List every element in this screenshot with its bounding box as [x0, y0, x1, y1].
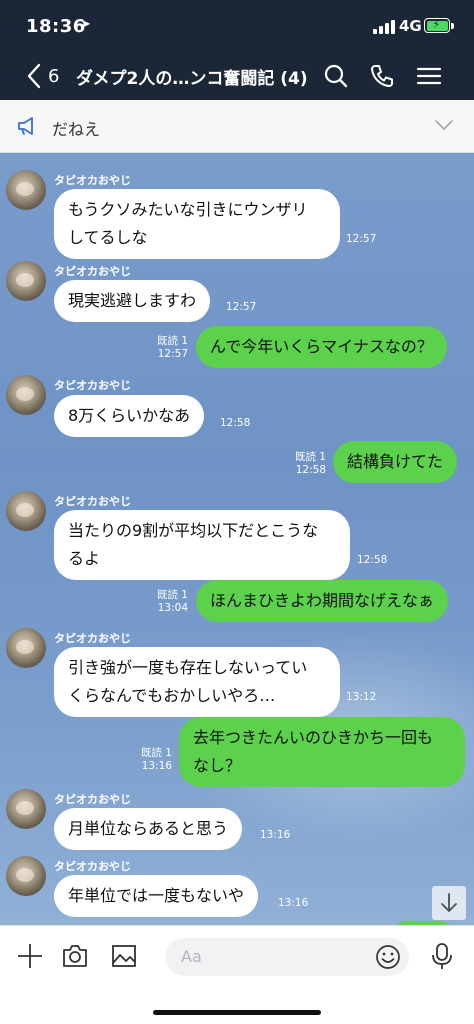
avatar[interactable] [6, 170, 46, 210]
message-line: 去年つきたんいのひきかち一回も [193, 728, 434, 747]
avatar[interactable] [6, 491, 46, 531]
incoming-message[interactable]: もうクソみたいな引きにウンザリ してるしな [54, 189, 340, 259]
sender-name: タピオカおやじ [54, 793, 131, 806]
message-line: るよ [68, 549, 101, 568]
network-type: 4G [399, 17, 422, 35]
sender-name: タピオカおやじ [54, 174, 131, 187]
outgoing-message[interactable]: 結構負けてた [333, 441, 458, 483]
menu-icon[interactable] [415, 62, 443, 90]
chat-title[interactable]: ダメプ2人の…ンコ奮闘記 (4) [76, 64, 308, 89]
message-time: 12:57 [226, 301, 257, 313]
sender-name: タピオカおやじ [54, 632, 131, 645]
read-receipt: 既読 1 [156, 335, 188, 347]
sender-name: タピオカおやじ [54, 495, 131, 508]
status-time: 18:36 [26, 16, 86, 37]
message-line: してるしな [68, 228, 148, 247]
camera-icon[interactable] [61, 942, 89, 970]
message-time: 13:04 [157, 602, 188, 614]
incoming-message[interactable]: 引き強が一度も存在しないってい くらなんでもおかしいやろ… [54, 647, 340, 717]
chat-header: 18:36 ➤ 4G 6 ダメプ2人の…ンコ奮闘記 (4) [0, 0, 474, 100]
plus-icon[interactable] [16, 942, 44, 970]
signal-icon [373, 20, 395, 34]
chat-area[interactable]: タピオカおやじ もうクソみたいな引きにウンザリ してるしな 12:57 タピオカ… [0, 153, 474, 925]
announcement-text: だねえ [52, 120, 101, 139]
message-time: 12:58 [295, 464, 326, 476]
message-meta: 既読 1 12:58 [288, 451, 326, 477]
battery-icon [424, 18, 450, 33]
avatar[interactable] [6, 261, 46, 301]
message-line: もうクソみたいな引きにウンザリ [68, 200, 308, 219]
announcement-bar[interactable]: だねえ [0, 100, 474, 153]
nav-bar: 6 ダメプ2人の…ンコ奮闘記 (4) [0, 52, 474, 100]
message-line: んで今年いくらマイナスなの？ [210, 337, 433, 356]
sender-name: タピオカおやじ [54, 265, 131, 278]
message-line: なし？ [193, 756, 242, 775]
status-bar: 18:36 ➤ 4G [0, 0, 474, 52]
microphone-icon[interactable] [428, 942, 456, 970]
unread-count: 6 [48, 65, 60, 87]
input-bar: Aa [0, 925, 474, 1024]
message-time: 13:12 [346, 691, 377, 703]
outgoing-message[interactable]: ほんまひきよわ期間なげえなぁ [196, 580, 449, 622]
chevron-down-icon[interactable] [434, 118, 454, 132]
message-meta: 既読 1 13:16 [134, 747, 172, 773]
message-line: 引き強が一度も存在しないってい [68, 658, 308, 677]
message-input[interactable]: Aa [165, 938, 409, 976]
phone-icon[interactable] [368, 62, 396, 90]
read-receipt: 既読 1 [140, 747, 172, 759]
message-meta: 既読 1 13:04 [150, 589, 188, 615]
message-line: 8万くらいかなあ [68, 406, 191, 425]
message-time: 13:16 [141, 760, 172, 772]
input-placeholder: Aa [181, 947, 202, 966]
avatar[interactable] [6, 375, 46, 415]
sender-name: タピオカおやじ [54, 379, 131, 392]
outgoing-message[interactable]: んで今年いくらマイナスなの？ [196, 326, 447, 368]
incoming-message[interactable]: 月単位ならあると思う [54, 808, 243, 850]
scroll-to-bottom-button[interactable] [432, 886, 466, 920]
message-line: ほんまひきよわ期間なげえなぁ [210, 591, 435, 610]
battery-tip [451, 23, 454, 29]
message-line: 現実逃避しますわ [68, 291, 197, 310]
sender-name: タピオカおやじ [54, 860, 131, 873]
avatar[interactable] [6, 856, 46, 896]
message-time: 12:57 [157, 348, 188, 360]
message-line: 結構負けてた [347, 452, 444, 471]
message-line: 月単位ならあると思う [68, 819, 229, 838]
back-chevron-icon [27, 63, 41, 89]
read-receipt: 既読 1 [294, 451, 326, 463]
message-line: 当たりの9割が平均以下だとこうな [68, 521, 319, 540]
outgoing-message[interactable]: 去年つきたんいのひきかち一回も なし？ [179, 717, 465, 787]
read-receipt: 既読 1 [156, 589, 188, 601]
message-line: 年単位では一度もないや [68, 886, 245, 905]
back-button[interactable]: 6 [26, 62, 59, 90]
emoji-icon[interactable] [375, 944, 401, 970]
avatar[interactable] [6, 628, 46, 668]
message-meta: 既読 1 12:57 [150, 335, 188, 361]
search-icon[interactable] [322, 62, 350, 90]
incoming-message[interactable]: 年単位では一度もないや [54, 875, 259, 917]
megaphone-icon [18, 117, 33, 135]
location-icon: ➤ [80, 17, 91, 32]
message-time: 12:58 [220, 417, 251, 429]
image-icon[interactable] [110, 942, 138, 970]
incoming-message[interactable]: 8万くらいかなあ [54, 395, 205, 437]
avatar[interactable] [6, 789, 46, 829]
scroll-down-icon [441, 893, 457, 912]
message-time: 12:58 [357, 554, 388, 566]
home-indicator [153, 1010, 321, 1015]
message-time: 13:16 [260, 829, 291, 841]
message-line: くらなんでもおかしいやろ… [68, 686, 276, 705]
message-time: 12:57 [346, 233, 377, 245]
message-time: 13:16 [278, 897, 309, 909]
incoming-message[interactable]: 当たりの9割が平均以下だとこうな るよ [54, 510, 350, 580]
incoming-message[interactable]: 現実逃避しますわ [54, 280, 211, 322]
